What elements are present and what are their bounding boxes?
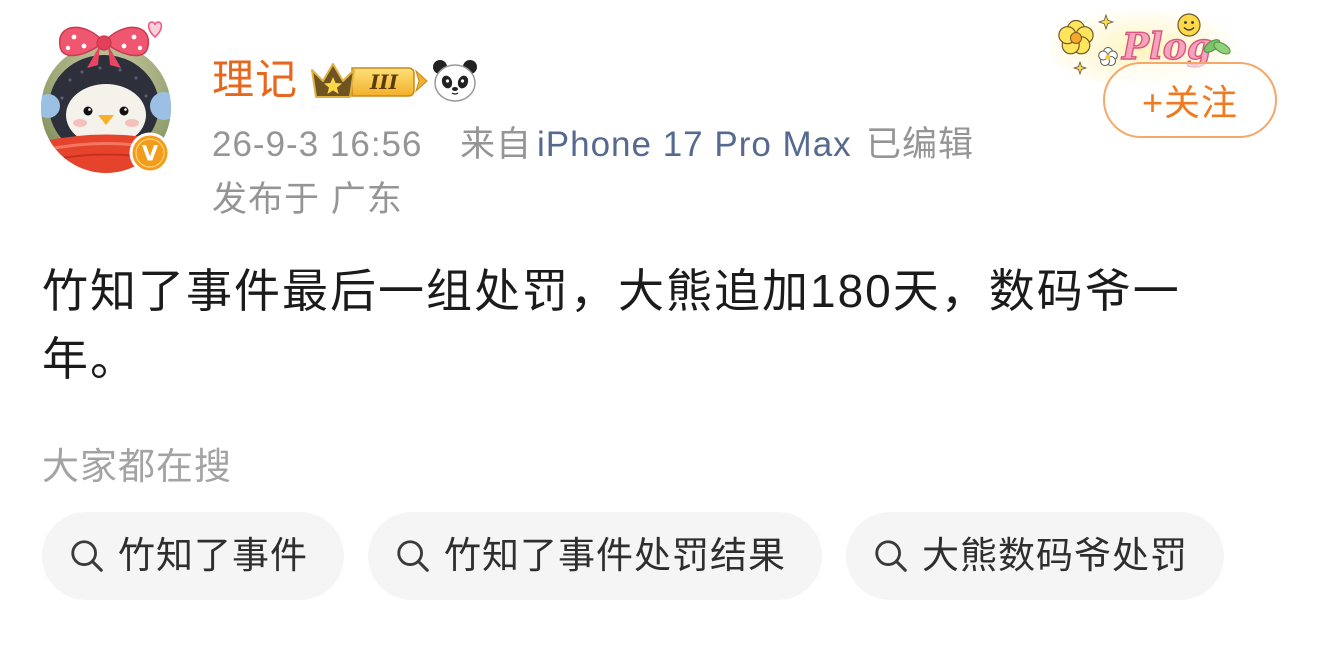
trending-search-list: 竹知了事件 竹知了事件处罚结果 大熊数码爷处罚	[42, 512, 1224, 600]
verified-badge-letter: V	[142, 142, 159, 166]
trending-searches-title: 大家都在搜	[42, 446, 232, 487]
trending-search-label: 大熊数码爷处罚	[922, 535, 1188, 576]
panda-icon[interactable]	[430, 56, 480, 104]
verified-badge: V	[128, 131, 172, 175]
username[interactable]: 理记	[212, 59, 298, 101]
crown-icon	[311, 63, 355, 98]
follow-button-label: +关注	[1141, 82, 1239, 123]
edited-label[interactable]: 已编辑	[866, 127, 974, 163]
heart-icon	[147, 21, 163, 39]
verified-v-icon: V	[129, 132, 171, 174]
search-icon	[875, 540, 907, 572]
trending-search-label: 竹知了事件处罚结果	[444, 535, 786, 576]
smiley-icon	[1177, 13, 1201, 37]
post-location: 发布于 广东	[212, 180, 403, 219]
trending-search-chip[interactable]: 大熊数码爷处罚	[846, 512, 1224, 600]
trending-search-label: 竹知了事件	[118, 535, 308, 576]
post-timestamp: 26-9-3 16:56	[212, 125, 423, 164]
trending-search-chip[interactable]: 竹知了事件处罚结果	[368, 512, 822, 600]
post-content: 竹知了事件最后一组处罚，大熊追加180天，数码爷一年。	[42, 265, 1181, 385]
search-icon	[71, 540, 103, 572]
search-icon	[397, 540, 429, 572]
level-badge-text: III	[369, 70, 399, 94]
trending-search-chip[interactable]: 竹知了事件	[42, 512, 344, 600]
follow-button[interactable]: +关注	[1103, 62, 1277, 138]
source-device-link[interactable]: iPhone 17 Pro Max	[537, 127, 852, 163]
source-prefix: 来自	[460, 125, 533, 164]
crown-level-badge[interactable]: III	[308, 58, 428, 104]
